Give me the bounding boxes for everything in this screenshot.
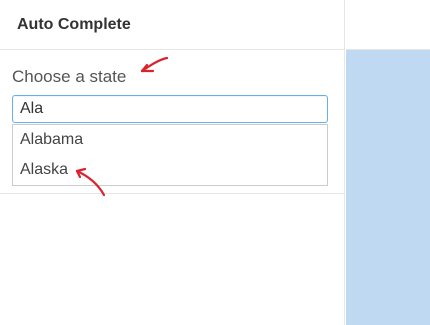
side-header-area	[346, 0, 430, 50]
app-window: Auto Complete Choose a state Alabama Ala…	[0, 0, 430, 325]
suggestion-list: Alabama Alaska	[12, 124, 328, 186]
state-field-label: Choose a state	[12, 67, 127, 86]
suggestion-item-alaska[interactable]: Alaska	[13, 155, 327, 185]
side-content-area	[346, 50, 430, 325]
autocomplete-panel: Auto Complete Choose a state Alabama Ala…	[0, 0, 345, 325]
state-search-input[interactable]	[12, 95, 328, 123]
suggestion-item-alabama[interactable]: Alabama	[13, 125, 327, 155]
panel-body: Choose a state Alabama Alaska	[0, 50, 344, 194]
panel-header: Auto Complete	[0, 0, 344, 50]
panel-title: Auto Complete	[17, 15, 131, 33]
